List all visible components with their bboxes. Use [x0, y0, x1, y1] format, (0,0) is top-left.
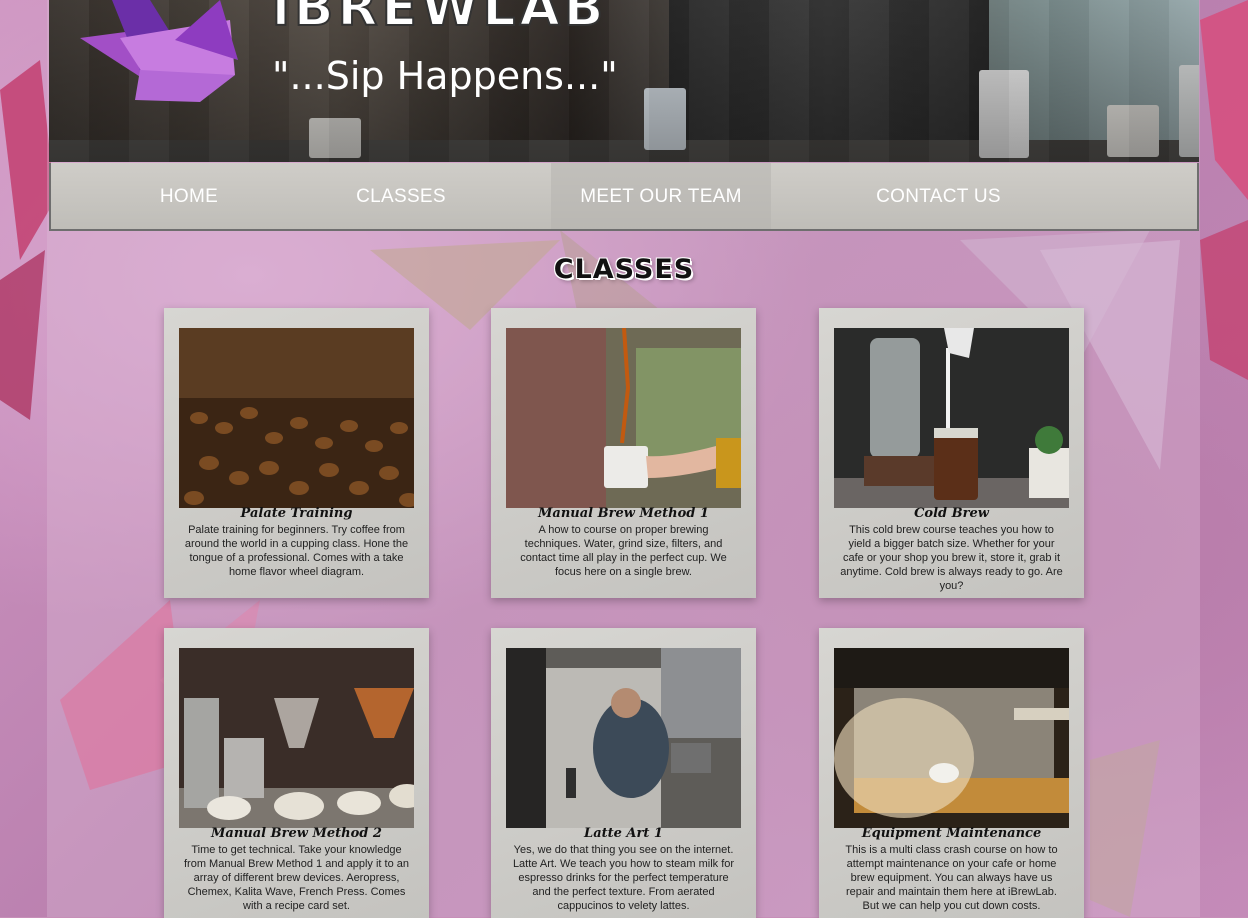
class-card-manual-brew-1[interactable]: Manual Brew Method 1 A how to course on … — [491, 308, 756, 598]
class-title: Manual Brew Method 1 — [538, 506, 709, 521]
nav-contact-us[interactable]: CONTACT US — [821, 163, 1056, 229]
class-title: Palate Training — [240, 506, 353, 521]
class-description: Palate training for beginners. Try coffe… — [184, 524, 409, 578]
class-title: Cold Brew — [914, 506, 989, 521]
class-card-cold-brew[interactable]: Cold Brew This cold brew course teaches … — [819, 308, 1084, 598]
class-card-palate-training[interactable]: Palate Training Palate training for begi… — [164, 308, 429, 598]
class-description: A how to course on proper brewing techni… — [520, 524, 727, 578]
class-title: Latte Art 1 — [584, 826, 663, 841]
class-card-equipment-maintenance[interactable]: Equipment Maintenance This is a multi cl… — [819, 628, 1084, 918]
class-description: This is a multi class crash course on ho… — [845, 844, 1058, 912]
class-description: Yes, we do that thing you see on the int… — [512, 844, 735, 912]
brand-tagline: "...Sip Happens..." — [272, 54, 618, 98]
latte-art-barista-photo — [506, 648, 741, 828]
nav-meet-our-team[interactable]: MEET OUR TEAM — [551, 163, 771, 229]
espresso-machine-steam-photo — [834, 648, 1069, 828]
class-title: Equipment Maintenance — [861, 826, 1042, 841]
brand-name[interactable]: iBREWLAB — [271, 0, 607, 39]
class-card-latte-art-1[interactable]: Latte Art 1 Yes, we do that thing you se… — [491, 628, 756, 918]
section-title: CLASSES — [553, 254, 695, 285]
main-navigation: HOME CLASSES MEET OUR TEAM CONTACT US — [49, 163, 1199, 231]
class-title: Manual Brew Method 2 — [211, 826, 382, 841]
nav-home[interactable]: HOME — [139, 163, 239, 229]
class-card-manual-brew-2[interactable]: Manual Brew Method 2 Time to get technic… — [164, 628, 429, 918]
coffee-beans-photo — [179, 328, 414, 508]
class-description: This cold brew course teaches you how to… — [840, 524, 1063, 592]
brew-devices-photo — [179, 648, 414, 828]
origami-logo-icon — [80, 0, 238, 102]
cold-brew-photo — [834, 328, 1069, 508]
nav-classes[interactable]: CLASSES — [341, 163, 461, 229]
coffee-pour-mug-photo — [506, 328, 741, 508]
class-description: Time to get technical. Take your knowled… — [183, 844, 409, 912]
